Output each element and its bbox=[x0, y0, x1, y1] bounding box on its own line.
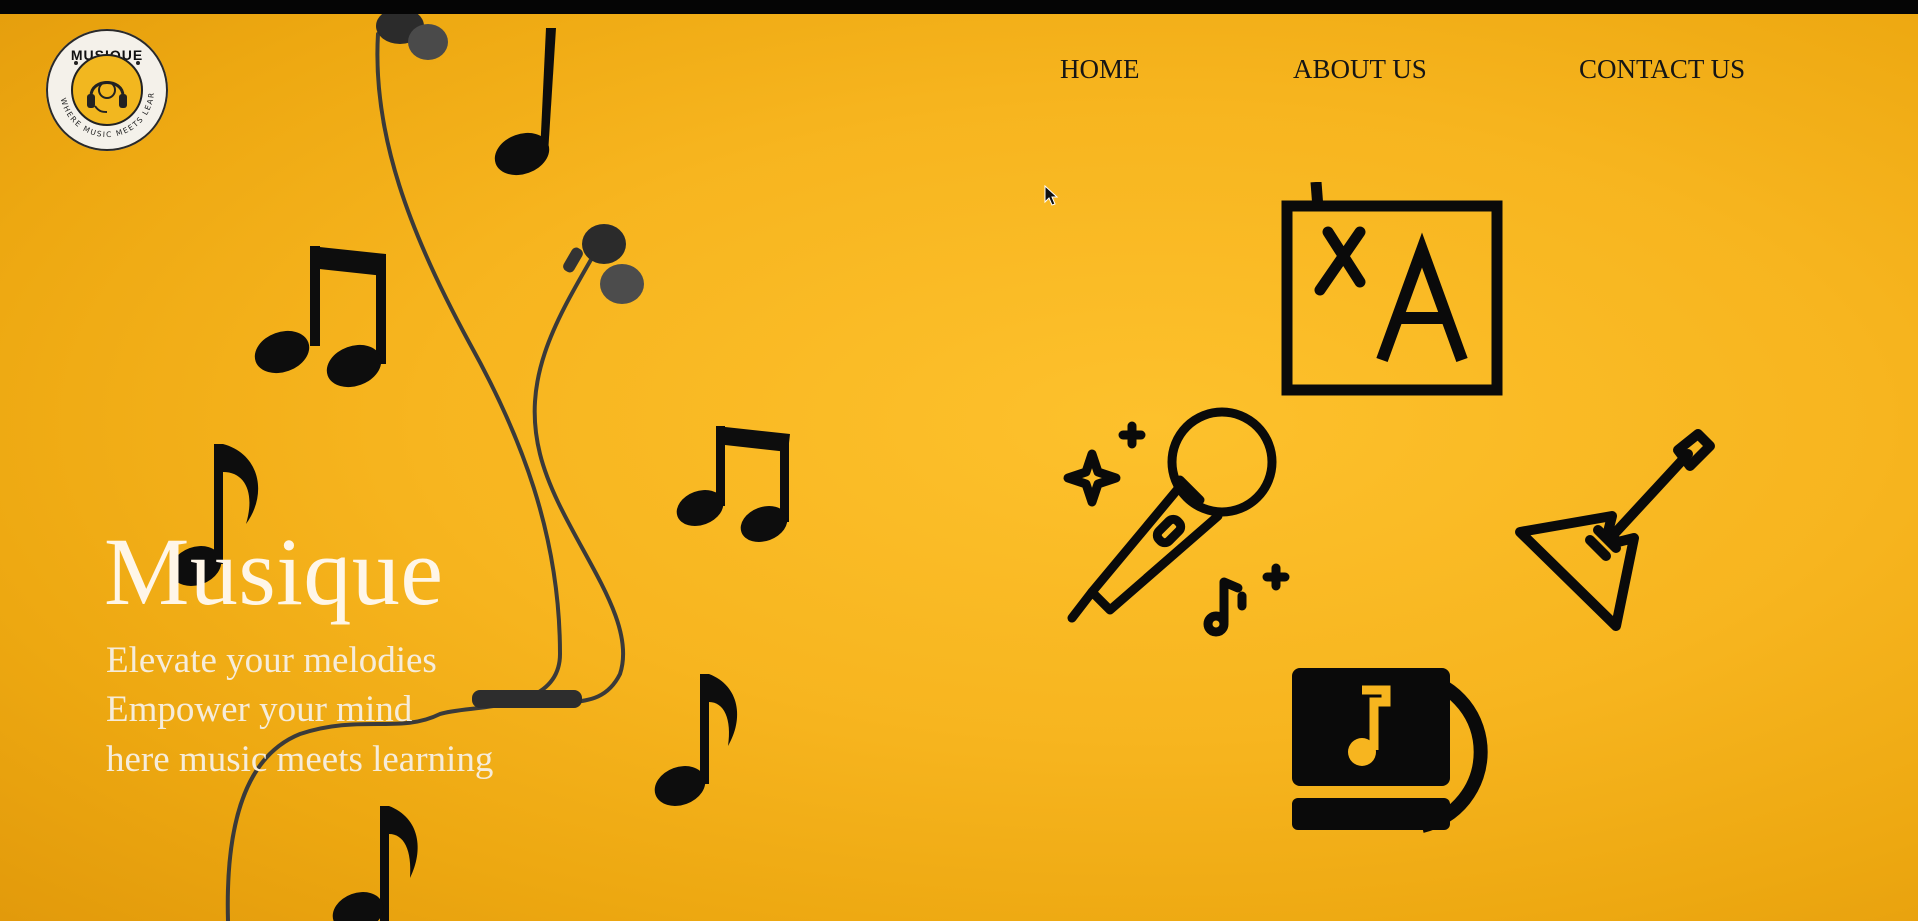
nav-home[interactable]: HOME bbox=[1060, 54, 1140, 85]
earphone-cable bbox=[225, 32, 626, 921]
nav-contact-us[interactable]: CONTACT US bbox=[1579, 54, 1745, 85]
nav-about-us[interactable]: ABOUT US bbox=[1293, 54, 1427, 85]
earbud-left bbox=[376, 14, 448, 60]
music-notes-decor bbox=[170, 28, 790, 921]
hero-tagline-2: Empower your mind bbox=[106, 689, 413, 730]
translate-icon bbox=[1281, 182, 1503, 396]
logo-badge bbox=[71, 54, 143, 126]
hero-tagline-1: Elevate your melodies bbox=[106, 640, 437, 681]
electric-guitar-icon bbox=[1515, 429, 1715, 631]
logo[interactable]: WHERE MUSIC MEETS LEARNING MUSIQUE bbox=[46, 29, 168, 151]
mouse-cursor-icon bbox=[1044, 185, 1059, 206]
microphone-icon bbox=[1063, 407, 1290, 637]
window-top-bar bbox=[0, 0, 1918, 14]
headphones-icon bbox=[87, 81, 127, 113]
earphone-remote bbox=[472, 690, 582, 708]
hero-tagline-3: here music meets learning bbox=[106, 739, 494, 780]
hero-title: Musique bbox=[104, 518, 444, 625]
music-album-icon bbox=[1292, 668, 1488, 833]
landing-page: WHERE MUSIC MEETS LEARNING MUSIQUE HOME … bbox=[0, 14, 1918, 921]
